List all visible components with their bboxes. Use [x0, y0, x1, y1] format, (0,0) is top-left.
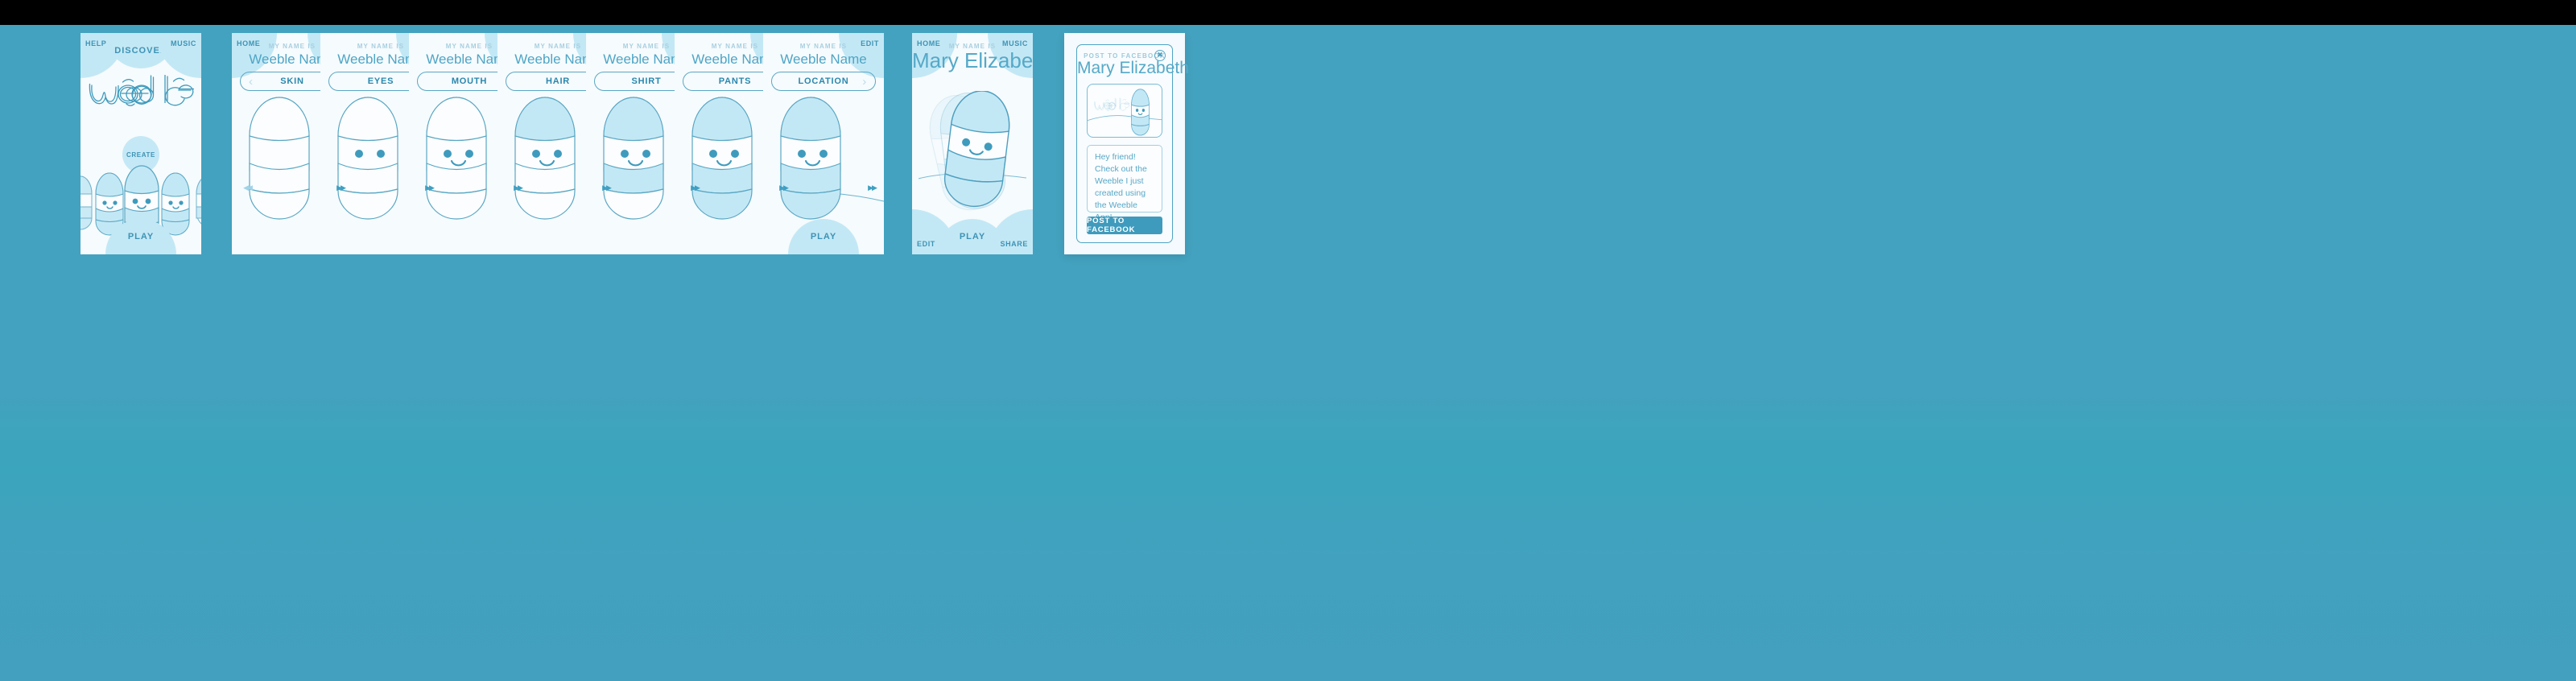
weeble-name-field[interactable]: Weeble Name	[763, 52, 884, 68]
weebles-logo	[80, 75, 201, 110]
share-weeble-name: Mary Elizabeth	[1077, 59, 1189, 77]
weeble-eye-right	[554, 150, 562, 158]
share-preview-card	[1087, 84, 1162, 138]
weeble-eye-left	[532, 150, 540, 158]
name-caption: MY NAME IS	[799, 43, 848, 50]
weeble-eye-right	[465, 150, 473, 158]
canvas-stage: HELP DISCOVER MUSIC CREATE PLAY HOME MY …	[0, 25, 2576, 681]
fast-forward-icon[interactable]: ▶▶	[686, 181, 704, 196]
weeble-eye-right	[731, 150, 739, 158]
create-label: CREATE	[126, 151, 155, 159]
music-button[interactable]: MUSIC	[156, 33, 201, 78]
help-label: HELP	[85, 39, 107, 47]
attribute-label: PANTS	[718, 76, 752, 86]
chevron-left-icon[interactable]: ‹	[249, 76, 254, 88]
share-label: SHARE	[1000, 240, 1028, 248]
fast-forward-icon[interactable]: ▶▶	[420, 181, 438, 196]
weeble-eye-right	[819, 150, 828, 158]
post-button-label: POST TO FACEBOOK	[1087, 217, 1136, 234]
play-screen-panel: HOME MUSIC MY NAME IS Mary Elizabeth	[912, 33, 1033, 254]
weeble-eye-right	[642, 150, 650, 158]
weeble-eye-left	[798, 150, 806, 158]
play-label: PLAY	[959, 232, 986, 241]
post-to-facebook-button[interactable]: POST TO FACEBOOK	[1087, 217, 1162, 234]
fast-backward-icon[interactable]: ◀◀	[238, 181, 256, 196]
weeble-eye-right	[377, 150, 385, 158]
weeble-right[interactable]	[161, 172, 190, 236]
weeble-eye-left	[444, 150, 452, 158]
fast-forward-icon[interactable]: ▶▶	[509, 181, 526, 196]
weebles-logo-icon	[89, 75, 194, 106]
attribute-label: SKIN	[280, 76, 304, 86]
weeble-eye-left	[709, 150, 717, 158]
fast-forward-icon[interactable]: ▶▶	[863, 181, 881, 196]
edit-label: EDIT	[917, 240, 935, 248]
share-dialog: POST TO FACEBOOK ✖ Mary Elizabeth Hey fr…	[1076, 44, 1189, 243]
weeble-eye-left	[355, 150, 363, 158]
weeble-animated[interactable]	[919, 91, 1026, 220]
play-label: PLAY	[810, 232, 837, 241]
top-black-bar	[0, 0, 2576, 25]
music-label: MUSIC	[171, 39, 196, 47]
attribute-label: MOUTH	[451, 76, 488, 86]
attribute-label: SHIRT	[631, 76, 662, 86]
attribute-label: LOCATION	[798, 76, 849, 86]
attribute-label: HAIR	[545, 76, 571, 86]
fast-forward-icon[interactable]: ▶▶	[332, 181, 349, 196]
attribute-label: EYES	[367, 76, 394, 86]
play-label: PLAY	[127, 232, 155, 241]
fast-forward-icon[interactable]: ▶▶	[774, 181, 792, 196]
weeble-name: Mary Elizabeth	[912, 48, 1033, 72]
share-message-input[interactable]: Hey friend! Check out the Weeble I just …	[1087, 145, 1162, 222]
home-screen-panel: HELP DISCOVER MUSIC CREATE PLAY	[80, 33, 201, 254]
share-modal-backdrop: POST TO FACEBOOK ✖ Mary Elizabeth Hey fr…	[1064, 33, 1189, 254]
fast-forward-icon[interactable]: ▶▶	[597, 181, 615, 196]
weeble-eye-left	[621, 150, 629, 158]
share-preview-image	[1088, 89, 1162, 136]
chevron-right-icon[interactable]: ›	[862, 76, 867, 88]
editor-panel-location: EDIT MY NAME IS Weeble Name LOCATION › PLAY	[763, 33, 884, 254]
attribute-selector-location[interactable]: LOCATION ›	[771, 72, 876, 91]
